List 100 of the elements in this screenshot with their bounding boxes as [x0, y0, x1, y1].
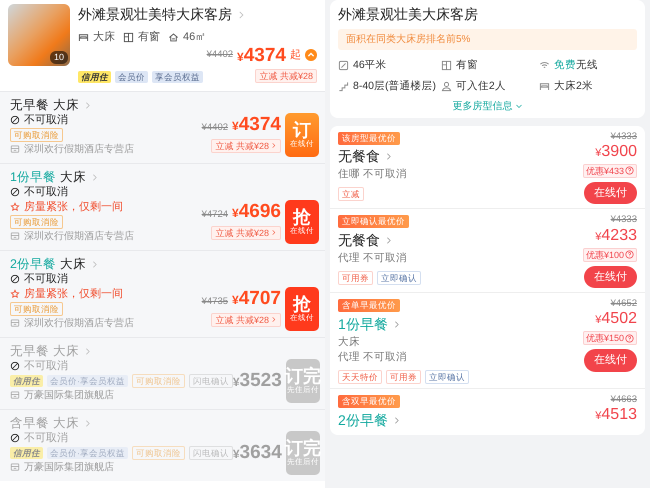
meal-label: 含早餐 — [10, 416, 49, 430]
store-name: 深圳欢行假期酒店专营店 — [24, 230, 134, 244]
price: ¥4502 — [595, 311, 637, 328]
price: ¥4513 — [595, 407, 637, 424]
window-icon — [123, 32, 134, 43]
pay-online-button[interactable]: 在线付 — [584, 349, 637, 372]
ranking-banner: 面积在同类大床房排名前5% — [338, 29, 637, 50]
urgency-notice: 房量紧张，仅剩一间 — [24, 200, 123, 214]
discount-tag[interactable]: 立减 共减¥28 — [211, 138, 281, 153]
original-price: ¥4735 — [202, 294, 228, 309]
promo-tag: 天天特价 — [338, 370, 382, 384]
promo-tag: 可用券 — [386, 370, 421, 384]
store-name: 深圳欢行假期酒店专营店 — [24, 316, 134, 330]
promo-tag: 可用券 — [338, 270, 373, 284]
saving-tag[interactable]: 优惠¥150 — [582, 331, 637, 346]
bed-label: 大床 — [53, 344, 79, 358]
chevron-right-icon — [270, 316, 277, 324]
insurance-tag: 可购取消险 — [132, 446, 185, 460]
original-price: ¥4652 — [610, 297, 637, 311]
store-icon — [10, 231, 20, 241]
provider-policy: 代理 不可取消 — [338, 250, 408, 266]
credit-tag: 信用住 — [78, 70, 111, 82]
insurance-tag: 可购取消险 — [10, 214, 63, 228]
diagonal-square-icon — [338, 60, 349, 72]
bed-label: 大床 — [338, 334, 361, 350]
discount-tag[interactable]: 立减 共减¥28 — [211, 312, 281, 327]
bed-label: 大床 — [60, 256, 86, 272]
price: ¥4374 — [232, 114, 281, 134]
question-icon — [625, 250, 634, 259]
meal-label: 无早餐 — [10, 344, 49, 358]
feature-label: 有窗 — [138, 30, 160, 45]
prohibited-icon — [10, 361, 20, 371]
store-name: 万豪国际集团旗舰店 — [24, 388, 114, 402]
meal-label[interactable]: 2份早餐 — [338, 410, 388, 430]
store-name: 万豪国际集团旗舰店 — [24, 460, 114, 474]
original-price: ¥4402 — [206, 48, 234, 62]
star-icon — [10, 289, 20, 299]
meal-label: 无早餐 — [10, 98, 49, 112]
meal-label[interactable]: 1份早餐 — [338, 314, 388, 334]
pay-online-button[interactable]: 在线付 — [584, 266, 637, 288]
store-name: 深圳欢行假期酒店专营店 — [24, 142, 134, 156]
best-price-badge: 立即确认最优价 — [338, 215, 409, 228]
saving-tag[interactable]: 优惠¥100 — [582, 248, 637, 262]
confirm-tag: 立即确认 — [425, 370, 469, 384]
prohibited-icon — [10, 187, 20, 197]
store-icon — [10, 462, 20, 472]
saving-tag[interactable]: 优惠¥433 — [582, 164, 637, 178]
confirm-tag: 立即确认 — [377, 270, 421, 284]
bed-icon — [538, 81, 550, 92]
pay-online-button[interactable]: 在线付 — [584, 182, 637, 204]
meal-label: 2份早餐 — [10, 256, 56, 272]
person-icon — [440, 81, 452, 92]
question-icon — [625, 166, 634, 176]
price: ¥4707 — [232, 288, 281, 308]
more-info-link[interactable]: 更多房型信息 — [452, 98, 522, 114]
facility-label: 有窗 — [456, 58, 478, 73]
store-icon — [10, 144, 20, 154]
facility-label: 大床2米 — [554, 78, 593, 94]
cancel-policy: 不可取消 — [24, 358, 68, 374]
store-icon — [10, 318, 20, 328]
urgency-notice: 房量紧张，仅剩一间 — [24, 286, 123, 302]
member-tag: 会员价·享会员权益 — [47, 374, 128, 386]
meal-label[interactable]: 无餐食 — [338, 146, 380, 167]
price: ¥3523 — [232, 371, 282, 390]
meal-label[interactable]: 无餐食 — [338, 230, 380, 251]
facility-label: 可入住2人 — [456, 78, 506, 94]
original-price: ¥4402 — [202, 120, 228, 135]
instant-confirm-tag: 闪电确认 — [188, 446, 233, 460]
discount-tag[interactable]: 立减 共减¥28 — [255, 68, 317, 82]
promo-tag: 立减 — [338, 186, 364, 201]
photo-count: 10 — [50, 50, 68, 64]
price: ¥3900 — [595, 144, 637, 160]
store-icon — [10, 390, 20, 400]
cancel-policy: 不可取消 — [24, 112, 68, 128]
prohibited-icon — [10, 115, 20, 125]
collapse-icon[interactable] — [305, 49, 317, 61]
chevron-right-icon — [270, 142, 277, 150]
chevron-right-icon — [270, 229, 277, 236]
cancel-policy: 不可取消 — [24, 272, 68, 286]
bed-label: 大床 — [60, 170, 86, 184]
facility-label: 免费无线 — [554, 58, 598, 73]
original-price: ¥4333 — [610, 130, 637, 144]
question-icon — [625, 334, 634, 343]
credit-tag: 信用住 — [10, 374, 43, 386]
facility-label: 8-40层(普通楼层) — [353, 78, 436, 94]
credit-tag: 信用住 — [10, 446, 43, 458]
best-price-badge: 含单早最优价 — [338, 299, 400, 312]
provider-policy: 住哪 不可取消 — [338, 167, 407, 182]
prohibited-icon — [10, 274, 20, 284]
provider-policy: 代理 不可取消 — [338, 350, 408, 366]
room-title: 外滩景观壮美大床客房 — [338, 5, 479, 24]
original-price: ¥4724 — [202, 208, 228, 222]
insurance-tag: 可购取消险 — [10, 302, 63, 316]
member-tag: 会员价 — [115, 70, 148, 82]
house-icon — [168, 32, 179, 43]
discount-tag[interactable]: 立减 共减¥28 — [211, 226, 281, 240]
best-price-badge: 含双早最优价 — [338, 395, 400, 408]
price: ¥4696 — [232, 202, 281, 221]
star-icon — [10, 202, 20, 212]
room-title[interactable]: 外滩景观壮美特大床客房 — [78, 4, 232, 25]
